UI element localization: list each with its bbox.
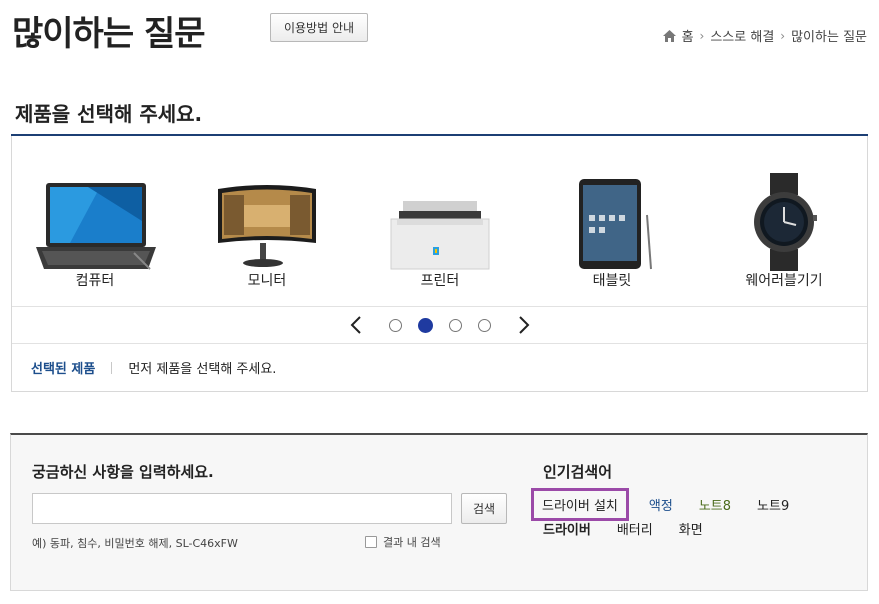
search-input[interactable] (32, 493, 452, 524)
breadcrumb-home[interactable]: 홈 (682, 26, 694, 45)
selected-product-label: 선택된 제품 (31, 362, 96, 377)
keyword-note9[interactable]: 노트9 (757, 495, 789, 514)
carousel-dot-3[interactable] (448, 318, 462, 332)
product-printer[interactable]: 프린터 (365, 156, 515, 306)
product-computer[interactable]: 컴퓨터 (20, 156, 170, 306)
popular-keywords-row: 드라이버 배터리 화면 (543, 519, 729, 538)
breadcrumb-self-solve[interactable]: 스스로 해결 (710, 26, 774, 45)
section-title: 제품을 선택해 주세요. (15, 102, 203, 126)
product-label: 컴퓨터 (75, 273, 115, 289)
chevron-right-icon: › (699, 28, 705, 43)
popular-keywords-title: 인기검색어 (543, 463, 613, 481)
carousel-pagination (12, 308, 867, 342)
laptop-icon (20, 156, 170, 271)
within-result-label: 결과 내 검색 (383, 536, 441, 549)
monitor-icon (192, 156, 342, 271)
smartwatch-icon (709, 156, 859, 271)
chevron-right-icon: › (780, 28, 786, 43)
within-result-option[interactable]: 결과 내 검색 (365, 534, 441, 550)
tablet-icon (537, 156, 687, 271)
product-wearable[interactable]: 웨어러블기기 (709, 156, 859, 306)
guide-button[interactable]: 이용방법 안내 (270, 13, 368, 42)
product-label: 프린터 (420, 273, 460, 289)
popular-keywords-row: 드라이버 설치 액정 노트8 노트9 (531, 487, 815, 521)
breadcrumb: 홈 › 스스로 해결 › 많이하는 질문 (662, 26, 867, 45)
divider (12, 343, 867, 344)
keyword-screen[interactable]: 화면 (679, 519, 703, 538)
carousel-dot-1[interactable] (388, 318, 402, 332)
chevron-right-icon[interactable] (513, 314, 535, 336)
home-icon (662, 29, 676, 42)
keyword-note8[interactable]: 노트8 (699, 495, 731, 514)
page-title: 많이하는 질문 (12, 14, 206, 54)
search-example: 예) 동파, 침수, 비밀번호 해제, SL-C46xFW (32, 537, 238, 550)
product-monitor[interactable]: 모니터 (192, 156, 342, 306)
keyword-driver-install[interactable]: 드라이버 설치 (531, 487, 629, 521)
product-label: 웨어러블기기 (745, 273, 823, 289)
search-title: 궁금하신 사항을 입력하세요. (32, 463, 214, 481)
breadcrumb-current[interactable]: 많이하는 질문 (791, 26, 867, 45)
chevron-left-icon[interactable] (345, 314, 367, 336)
product-carousel: 컴퓨터 모니터 프린터 태블릿 웨어러블기기 (12, 156, 867, 306)
keyword-lcd[interactable]: 액정 (649, 495, 673, 514)
carousel-dot-4[interactable] (477, 318, 491, 332)
carousel-dot-2[interactable] (417, 317, 433, 333)
product-label: 모니터 (247, 273, 287, 289)
divider (111, 361, 113, 374)
product-label: 태블릿 (592, 273, 632, 289)
search-button[interactable]: 검색 (461, 493, 507, 524)
selected-product-row: 선택된 제품 먼저 제품을 선택해 주세요. (31, 358, 276, 377)
selected-product-text: 먼저 제품을 선택해 주세요. (128, 362, 277, 377)
search-panel: 궁금하신 사항을 입력하세요. 검색 예) 동파, 침수, 비밀번호 해제, S… (10, 433, 868, 591)
printer-icon (365, 156, 515, 271)
product-selector: 컴퓨터 모니터 프린터 태블릿 웨어러블기기 선택된 제품 먼저 제품을 선택해… (11, 136, 868, 392)
keyword-battery[interactable]: 배터리 (617, 519, 653, 538)
keyword-driver[interactable]: 드라이버 (543, 519, 591, 538)
divider (12, 306, 867, 307)
within-result-checkbox[interactable] (365, 536, 377, 548)
product-tablet[interactable]: 태블릿 (537, 156, 687, 306)
